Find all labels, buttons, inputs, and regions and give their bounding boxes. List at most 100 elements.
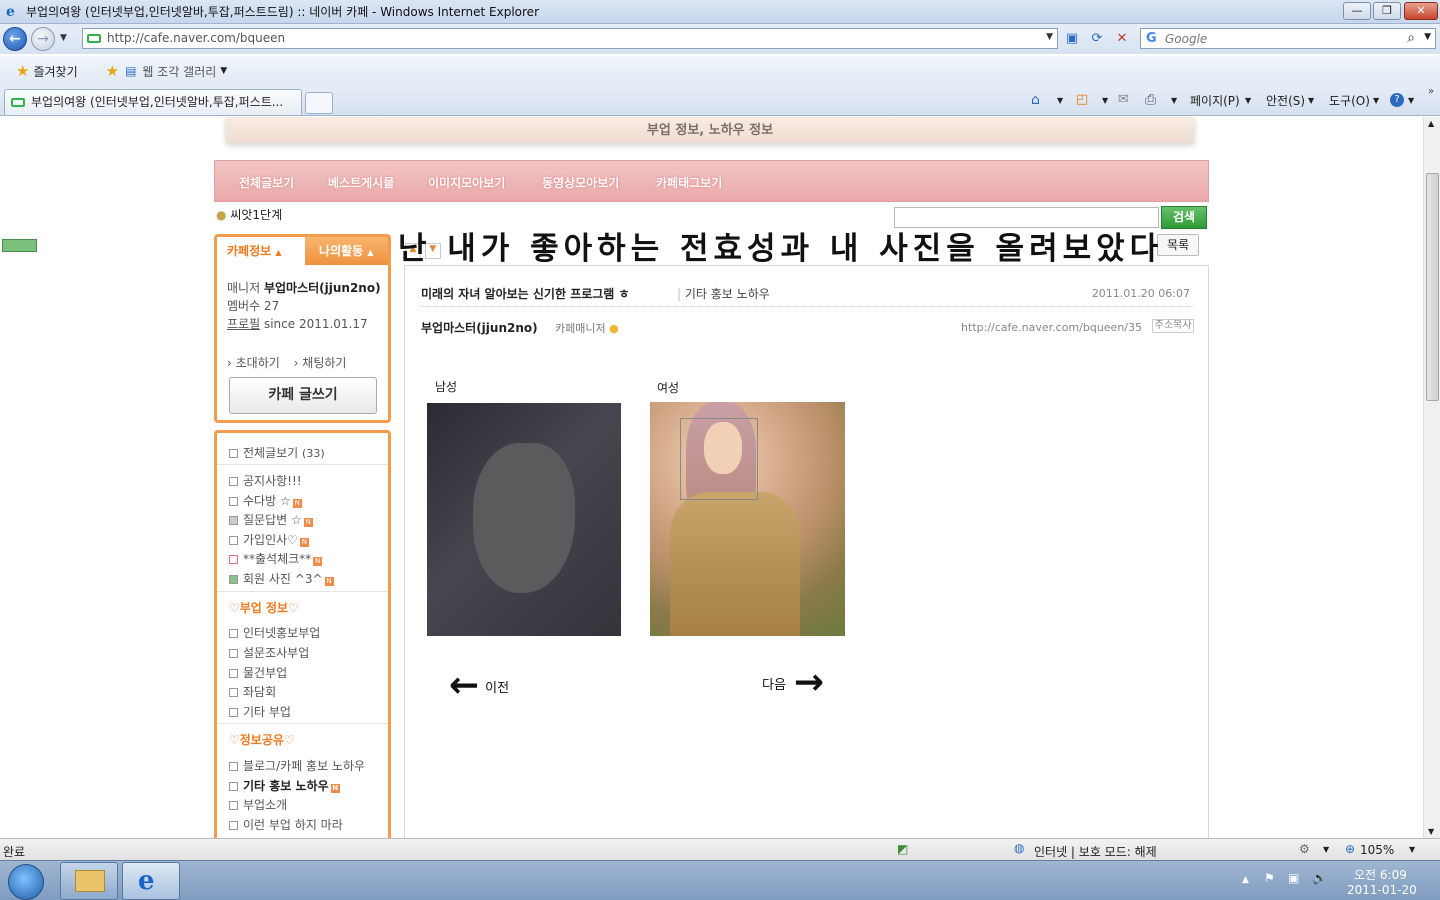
forward-button[interactable]: → <box>31 27 55 51</box>
maximize-button[interactable]: ❐ <box>1373 2 1401 20</box>
minimize-button[interactable]: — <box>1343 2 1371 20</box>
member-count[interactable]: 멤버수 27 <box>227 297 381 315</box>
compatibility-icon[interactable]: ▣ <box>1062 29 1082 49</box>
article-category[interactable]: | 기타 홍보 노하우 <box>677 285 770 302</box>
board-other-jobs[interactable]: 기타 부업 <box>229 703 291 720</box>
board-job-intro[interactable]: 부업소개 <box>229 796 287 813</box>
clock-date[interactable]: 2011-01-20 <box>1347 883 1417 897</box>
clock-time[interactable]: 오전 6:09 <box>1354 866 1407 883</box>
page-menu-dropdown-icon[interactable]: ▼ <box>1245 96 1251 105</box>
scroll-down-icon[interactable]: ▼ <box>1428 827 1434 836</box>
web-slice-gallery-link[interactable]: 웹 조각 갤러리 <box>142 63 216 80</box>
print-icon[interactable]: ⎙ <box>1145 92 1156 108</box>
profile-link[interactable]: 프로필 <box>227 317 260 331</box>
safety-menu-dropdown-icon[interactable]: ▼ <box>1308 96 1314 105</box>
next-link[interactable]: 다음 → <box>762 665 824 701</box>
feeds-dropdown-icon[interactable]: ▼ <box>1102 96 1108 105</box>
zoom-icon[interactable]: ⊕ <box>1345 842 1355 856</box>
history-dropdown-icon[interactable]: ▼ <box>60 33 67 43</box>
add-favorite-icon[interactable]: ★ <box>106 62 119 80</box>
board-attendance[interactable]: **출석체크** N <box>229 550 323 567</box>
board-roundtable[interactable]: 좌담회 <box>229 683 276 700</box>
ie-taskbar-button[interactable]: e <box>122 862 180 900</box>
gallery-dropdown-icon[interactable]: ▼ <box>220 66 227 76</box>
safety-menu[interactable]: 안전(S) <box>1266 92 1305 109</box>
menu-best-posts[interactable]: 베스트게시물 <box>328 174 394 191</box>
network-icon[interactable]: ▣ <box>1288 871 1299 885</box>
board-all-posts[interactable]: 전체글보기 (33) <box>229 444 325 461</box>
board-other-promo[interactable]: 기타 홍보 노하우 N <box>229 777 340 794</box>
female-photo <box>650 402 845 636</box>
cafe-search-button[interactable]: 검색 <box>1161 206 1207 229</box>
tab-my-activity[interactable]: 나의활동 ▲ <box>305 237 388 265</box>
mail-icon[interactable]: ✉ <box>1118 92 1129 107</box>
home-icon[interactable]: ⌂ <box>1031 92 1040 108</box>
page-menu[interactable]: 페이지(P) <box>1190 92 1240 109</box>
compat-view-icon[interactable]: ◩ <box>897 842 908 856</box>
help-icon[interactable]: ? <box>1390 93 1404 107</box>
address-bar[interactable]: http://cafe.naver.com/bqueen ▼ <box>82 28 1058 49</box>
board-greetings[interactable]: 가입인사♡ N <box>229 531 309 548</box>
board-qna[interactable]: 질문답변 ☆ N <box>229 511 313 528</box>
invite-link[interactable]: 초대하기 <box>236 356 280 370</box>
scroll-up-icon[interactable]: ▲ <box>1428 119 1434 128</box>
vertical-scrollbar[interactable]: ▲ ▼ <box>1423 117 1440 838</box>
board-label: 회원 사진 ^3^ <box>243 572 323 586</box>
board-survey[interactable]: 설문조사부업 <box>229 644 309 661</box>
tab-cafe-info[interactable]: 카페정보 ▲ <box>217 237 305 265</box>
address-dropdown-icon[interactable]: ▼ <box>1046 32 1053 42</box>
board-internet-promo[interactable]: 인터넷홍보부업 <box>229 624 320 641</box>
menu-tags[interactable]: 카페태그보기 <box>656 174 722 191</box>
security-zone[interactable]: 인터넷 | 보호 모드: 해제 <box>1034 843 1157 860</box>
manager-name[interactable]: 부업마스터(jjun2no) <box>264 281 381 295</box>
list-button[interactable]: 목록 <box>1157 234 1199 256</box>
board-notice[interactable]: 공지사항!!! <box>229 472 302 489</box>
menu-videos[interactable]: 동영상모아보기 <box>542 174 619 191</box>
refresh-icon[interactable]: ⟳ <box>1087 29 1107 49</box>
command-overflow-icon[interactable]: » <box>1428 86 1434 97</box>
favorites-button[interactable]: 즐겨찾기 <box>33 63 77 80</box>
tray-expand-icon[interactable]: ▲ <box>1242 875 1249 885</box>
menu-all-posts[interactable]: 전체글보기 <box>239 174 294 191</box>
scrollbar-thumb[interactable] <box>1426 173 1439 401</box>
menu-images[interactable]: 이미지모아보기 <box>428 174 505 191</box>
board-dont-do[interactable]: 이런 부업 하지 마라 <box>229 816 343 833</box>
help-dropdown-icon[interactable]: ▼ <box>1408 96 1414 105</box>
explorer-taskbar-button[interactable] <box>60 862 118 900</box>
close-button[interactable]: ✕ <box>1404 2 1438 20</box>
article-author[interactable]: 부업마스터(jjun2no) <box>421 319 538 336</box>
stop-icon[interactable]: ✕ <box>1112 29 1132 49</box>
cafe-write-button[interactable]: 카페 글쓰기 <box>229 377 377 414</box>
prev-link[interactable]: ← 이전 <box>449 668 509 704</box>
volume-icon[interactable]: 🔈 <box>1312 871 1327 885</box>
new-tab-button[interactable] <box>305 92 333 114</box>
zoom-dropdown-icon[interactable]: ▼ <box>1409 845 1415 854</box>
favorites-star-icon[interactable]: ★ <box>16 62 29 80</box>
home-dropdown-icon[interactable]: ▼ <box>1057 96 1063 105</box>
board-chat[interactable]: 수다방 ☆ N <box>229 492 302 509</box>
search-placeholder[interactable]: Google <box>1165 32 1207 46</box>
search-dropdown-icon[interactable]: ▼ <box>1424 32 1431 42</box>
protected-mode-icon[interactable]: ⚙ <box>1299 842 1310 856</box>
board-member-photos[interactable]: 회원 사진 ^3^ N <box>229 570 334 587</box>
board-goods[interactable]: 물건부업 <box>229 664 287 681</box>
zoom-level[interactable]: 105% <box>1360 843 1394 857</box>
start-button[interactable] <box>8 864 44 900</box>
search-icon[interactable]: ⌕ <box>1407 30 1415 46</box>
back-button[interactable]: ← <box>3 27 27 51</box>
feeds-icon[interactable]: ◰ <box>1076 92 1088 107</box>
tools-menu[interactable]: 도구(O) <box>1329 92 1370 109</box>
article-category-label[interactable]: 기타 홍보 노하우 <box>685 287 770 301</box>
browser-tab[interactable]: 부업의여왕 (인터넷부업,인터넷알바,투잡,퍼스트... <box>4 89 302 115</box>
addon-indicator[interactable] <box>2 239 37 252</box>
article-url[interactable]: http://cafe.naver.com/bqueen/35 <box>961 321 1142 334</box>
tools-menu-dropdown-icon[interactable]: ▼ <box>1373 96 1379 105</box>
chat-link[interactable]: 채팅하기 <box>302 356 346 370</box>
search-box[interactable]: G Google ⌕ ▼ <box>1140 28 1436 49</box>
copy-url-button[interactable]: 주소복사 <box>1152 319 1194 333</box>
protected-dropdown-icon[interactable]: ▼ <box>1323 845 1329 854</box>
action-center-icon[interactable]: ⚑ <box>1264 871 1275 885</box>
address-url[interactable]: http://cafe.naver.com/bqueen <box>107 31 285 45</box>
print-dropdown-icon[interactable]: ▼ <box>1171 96 1177 105</box>
board-blog-promo[interactable]: 블로그/카페 홍보 노하우 <box>229 757 365 774</box>
